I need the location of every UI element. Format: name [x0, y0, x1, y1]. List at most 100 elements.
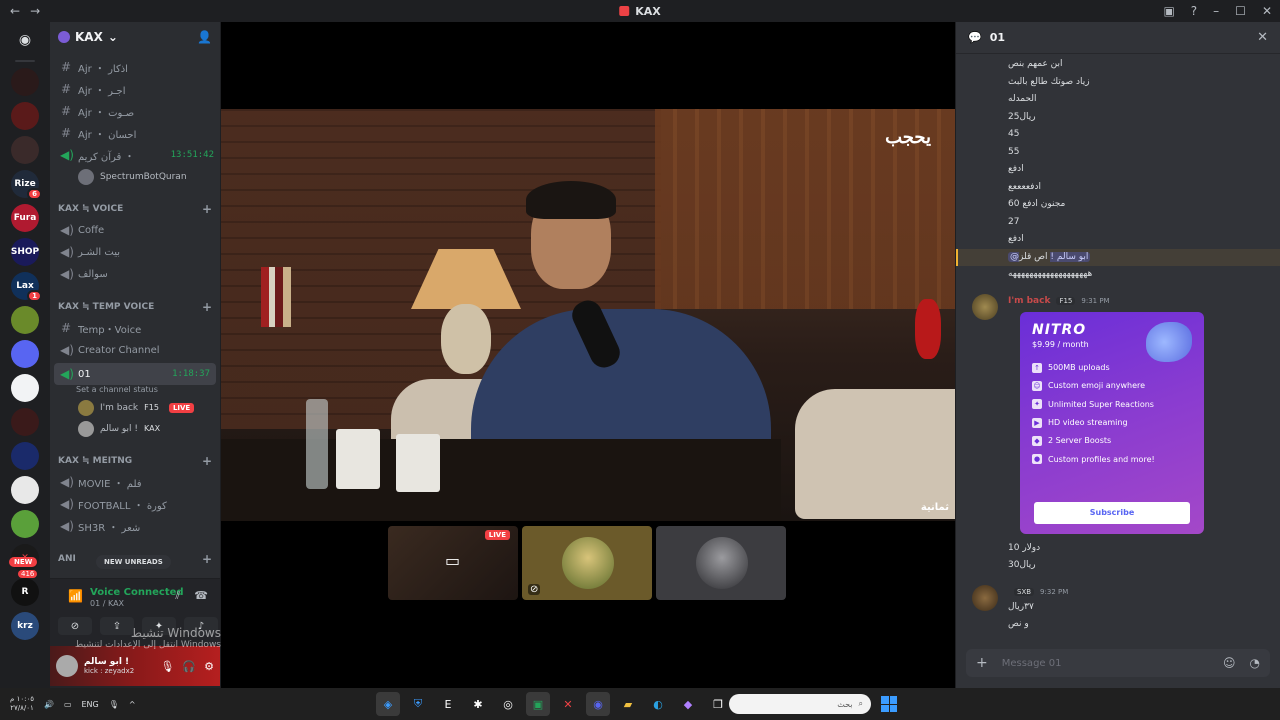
voice-channel[interactable]: ◀) Creator Channel: [50, 339, 220, 361]
invite-people-icon[interactable]: 👤: [197, 30, 212, 44]
disconnect-icon[interactable]: ☎: [194, 589, 208, 603]
add-channel-icon[interactable]: +: [202, 552, 212, 566]
attach-plus-icon[interactable]: +: [976, 655, 988, 671]
message-avatar[interactable]: [972, 584, 998, 611]
help-icon[interactable]: ?: [1191, 4, 1197, 18]
category-temp-voice[interactable]: KAX ≒ TEMP VOICE +: [50, 297, 220, 317]
participant-tile[interactable]: [656, 526, 786, 600]
discord-home-icon[interactable]: ◉: [11, 26, 39, 54]
server-icon-lax[interactable]: Lax 1: [11, 272, 42, 302]
app-icon-game[interactable]: ▣: [526, 692, 550, 716]
headphones-icon[interactable]: 🎧: [182, 660, 196, 673]
app-icon-edge[interactable]: ◐: [646, 692, 670, 716]
clock[interactable]: ١٠:٠٥ م ٢٧/٨/٠١: [10, 695, 34, 713]
sticker-icon[interactable]: ◔: [1250, 656, 1260, 670]
user-avatar[interactable]: [56, 655, 78, 677]
guild-header[interactable]: KAX ⌄ 👤: [50, 22, 220, 52]
live-stream-video[interactable]: يحجب ثمانية: [221, 109, 955, 521]
forward-arrow-icon[interactable]: →: [30, 4, 40, 18]
message-avatar[interactable]: [972, 293, 998, 320]
voice-member[interactable]: SpectrumBotQuran: [50, 166, 220, 187]
emoji-icon[interactable]: ☺: [1223, 656, 1236, 670]
add-channel-icon[interactable]: +: [202, 300, 212, 314]
chevron-up-icon[interactable]: ^: [129, 700, 136, 709]
voice-channel[interactable]: ◀) بيت الشـر: [50, 241, 220, 263]
close-icon[interactable]: ✕: [1257, 30, 1268, 45]
add-channel-icon[interactable]: +: [202, 202, 212, 216]
noise-suppression-icon[interactable]: ⫽: [175, 589, 180, 603]
voice-connected-subtitle[interactable]: 01 / KAX: [90, 599, 124, 608]
server-icon-rize[interactable]: Rize 6: [11, 170, 42, 200]
voice-channel[interactable]: ◀) Coffe: [50, 219, 220, 241]
kax-logo-icon: [619, 6, 630, 16]
voice-channel[interactable]: ◀) MOVIE ・ فلم: [50, 471, 220, 493]
windows-start-icon[interactable]: [881, 696, 897, 712]
voice-channel[interactable]: ◀) SH3R ・ شعر: [50, 515, 220, 537]
app-icon-taskview[interactable]: ❐: [706, 692, 730, 716]
participant-tile[interactable]: ⊘: [522, 526, 652, 600]
voice-channel[interactable]: ◀) سوالف: [50, 263, 220, 285]
server-icon-5[interactable]: [11, 374, 39, 402]
channel-item[interactable]: # Ajr ・ احسان: [50, 122, 220, 144]
channel-item[interactable]: # Ajr ・ اجـر: [50, 78, 220, 100]
server-icon-3[interactable]: [11, 136, 39, 164]
chat-message-line: زياد صوتك طالع بالبث: [1008, 76, 1090, 87]
voice-channel-active[interactable]: ◀) 01 1:18:37: [54, 363, 216, 385]
app-icon-settings[interactable]: ✱: [466, 692, 490, 716]
inbox-icon[interactable]: ▣: [1163, 4, 1174, 18]
text-channel[interactable]: # Temp・Voice: [50, 317, 220, 339]
server-icon-8[interactable]: [11, 476, 39, 504]
channel-status[interactable]: Set a channel status: [50, 385, 220, 397]
message-input[interactable]: + Message 01 ☺ ◔: [966, 649, 1270, 677]
server-icon-shop[interactable]: SHOP: [11, 238, 39, 266]
app-icon-browser[interactable]: ◈: [376, 692, 400, 716]
app-icon-copilot[interactable]: ◆: [676, 692, 700, 716]
voice-channel[interactable]: ◀) FOOTBALL ・ كورة: [50, 493, 220, 515]
taskbar-search[interactable]: بحث ⌕: [729, 694, 871, 714]
server-icon-2[interactable]: [11, 102, 39, 130]
back-arrow-icon[interactable]: ←: [10, 4, 20, 18]
voice-connected-title[interactable]: Voice Connected: [90, 587, 184, 598]
volume-icon[interactable]: 🔊: [44, 700, 54, 709]
app-icon-steam[interactable]: ◎: [496, 692, 520, 716]
add-channel-icon[interactable]: +: [202, 454, 212, 468]
stream-tile[interactable]: ▭ LIVE: [388, 526, 518, 600]
folder-icon[interactable]: [11, 340, 39, 368]
category-voice[interactable]: KAX ≒ VOICE +: [50, 199, 220, 219]
settings-gear-icon[interactable]: ⚙: [204, 660, 214, 673]
speaker-icon: ◀): [60, 148, 74, 162]
subscribe-button[interactable]: Subscribe: [1034, 501, 1190, 524]
app-icon-discord[interactable]: ◉: [586, 692, 610, 716]
voice-member[interactable]: I'm back F15 LIVE: [50, 397, 220, 418]
voice-member[interactable]: ابو سالم ! KAX: [50, 418, 220, 439]
app-icon-shield[interactable]: ⛨: [406, 692, 430, 716]
close-window-icon[interactable]: ✕: [1262, 4, 1272, 18]
server-icon-7[interactable]: [11, 442, 39, 470]
server-icon-4[interactable]: [11, 306, 39, 334]
microphone-icon[interactable]: 🎙: [160, 660, 174, 673]
network-icon[interactable]: ▭: [64, 700, 72, 709]
app-icon-x[interactable]: ✕: [556, 692, 580, 716]
server-icon-9[interactable]: [11, 510, 39, 538]
broadcast-logo-small: ثمانية: [920, 502, 949, 513]
server-icon-6[interactable]: [11, 408, 39, 436]
new-unreads-pill[interactable]: NEW UNREADS: [96, 555, 171, 569]
server-icon-r[interactable]: R: [11, 578, 39, 606]
new-servers-pill[interactable]: NEW: [9, 557, 38, 567]
channel-item[interactable]: # Ajr ・ اذكار: [50, 56, 220, 78]
app-icon-folder[interactable]: ▰: [616, 692, 640, 716]
server-icon-1[interactable]: [11, 68, 39, 96]
category-meeting[interactable]: KAX ≒ MEITNG +: [50, 451, 220, 471]
message-author[interactable]: I'm back: [1008, 296, 1050, 306]
voice-channel-quran[interactable]: ◀) قرآن كريم ・ 13:51:42: [50, 144, 220, 166]
minimize-icon[interactable]: –: [1213, 4, 1219, 18]
app-icon-epic[interactable]: E: [436, 692, 460, 716]
maximize-icon[interactable]: ☐: [1235, 4, 1246, 18]
mic-tray-icon[interactable]: 🎙: [109, 700, 119, 709]
language-indicator[interactable]: ENG: [82, 700, 99, 709]
channel-item[interactable]: # Ajr ・ صـوت: [50, 100, 220, 122]
server-icon-krz[interactable]: krz: [11, 612, 39, 640]
speaker-icon: ◀): [60, 497, 74, 511]
server-icon-fura[interactable]: Fura: [11, 204, 39, 232]
signal-icon[interactable]: 📶: [68, 589, 83, 603]
